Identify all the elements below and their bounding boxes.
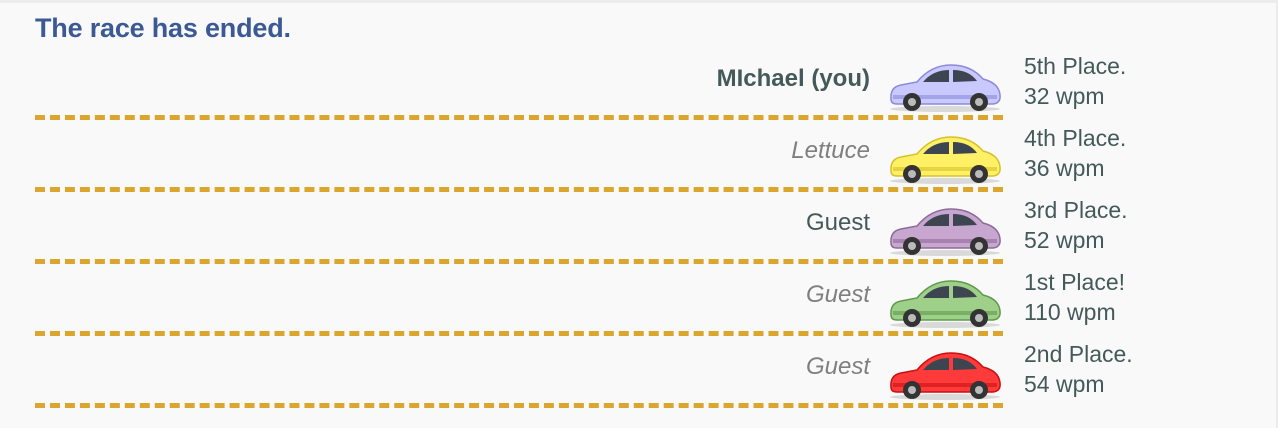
car-icon <box>890 280 1001 328</box>
wpm-label: 110 wpm <box>1024 299 1116 325</box>
race-lane: Lettuce <box>35 123 1003 195</box>
lane-divider <box>35 115 1003 120</box>
racer-name: Lettuce <box>791 137 870 164</box>
lane-divider <box>35 403 1003 408</box>
race-lane: Guest <box>35 339 1003 411</box>
car-icon <box>890 208 1001 256</box>
wpm-label: 36 wpm <box>1024 155 1105 181</box>
lane-divider <box>35 259 1003 264</box>
place-label: 3rd Place. <box>1024 197 1128 223</box>
race-lane: Guest <box>35 267 1003 339</box>
car-icon <box>890 352 1001 400</box>
race-status-title: The race has ended. <box>35 13 291 43</box>
wpm-label: 52 wpm <box>1024 227 1105 253</box>
place-label: 2nd Place. <box>1024 341 1133 367</box>
lane-divider <box>35 331 1003 336</box>
racer-name: Guest <box>805 353 870 380</box>
place-label: 5th Place. <box>1024 53 1127 79</box>
race-result: 4th Place. 36 wpm <box>1024 123 1126 183</box>
car-icon <box>890 136 1001 184</box>
racer-name: Guest <box>805 209 870 236</box>
race-result: 1st Place! 110 wpm <box>1024 267 1125 327</box>
lane-divider <box>35 187 1003 192</box>
race-result: 5th Place. 32 wpm <box>1024 51 1126 111</box>
race-lane: MIchael (you) <box>35 51 1003 123</box>
race-results-panel: The race has ended. MIchael (you) 5th Pl… <box>0 0 1278 428</box>
race-result: 3rd Place. 52 wpm <box>1024 195 1128 255</box>
place-label: 4th Place. <box>1024 125 1127 151</box>
race-result: 2nd Place. 54 wpm <box>1024 339 1133 399</box>
race-lane: Guest <box>35 195 1003 267</box>
wpm-label: 54 wpm <box>1024 371 1105 397</box>
wpm-label: 32 wpm <box>1024 83 1105 109</box>
car-icon <box>890 64 1001 112</box>
place-label: 1st Place! <box>1024 269 1125 295</box>
racer-name: Guest <box>805 281 870 308</box>
racer-name: MIchael (you) <box>716 65 870 92</box>
